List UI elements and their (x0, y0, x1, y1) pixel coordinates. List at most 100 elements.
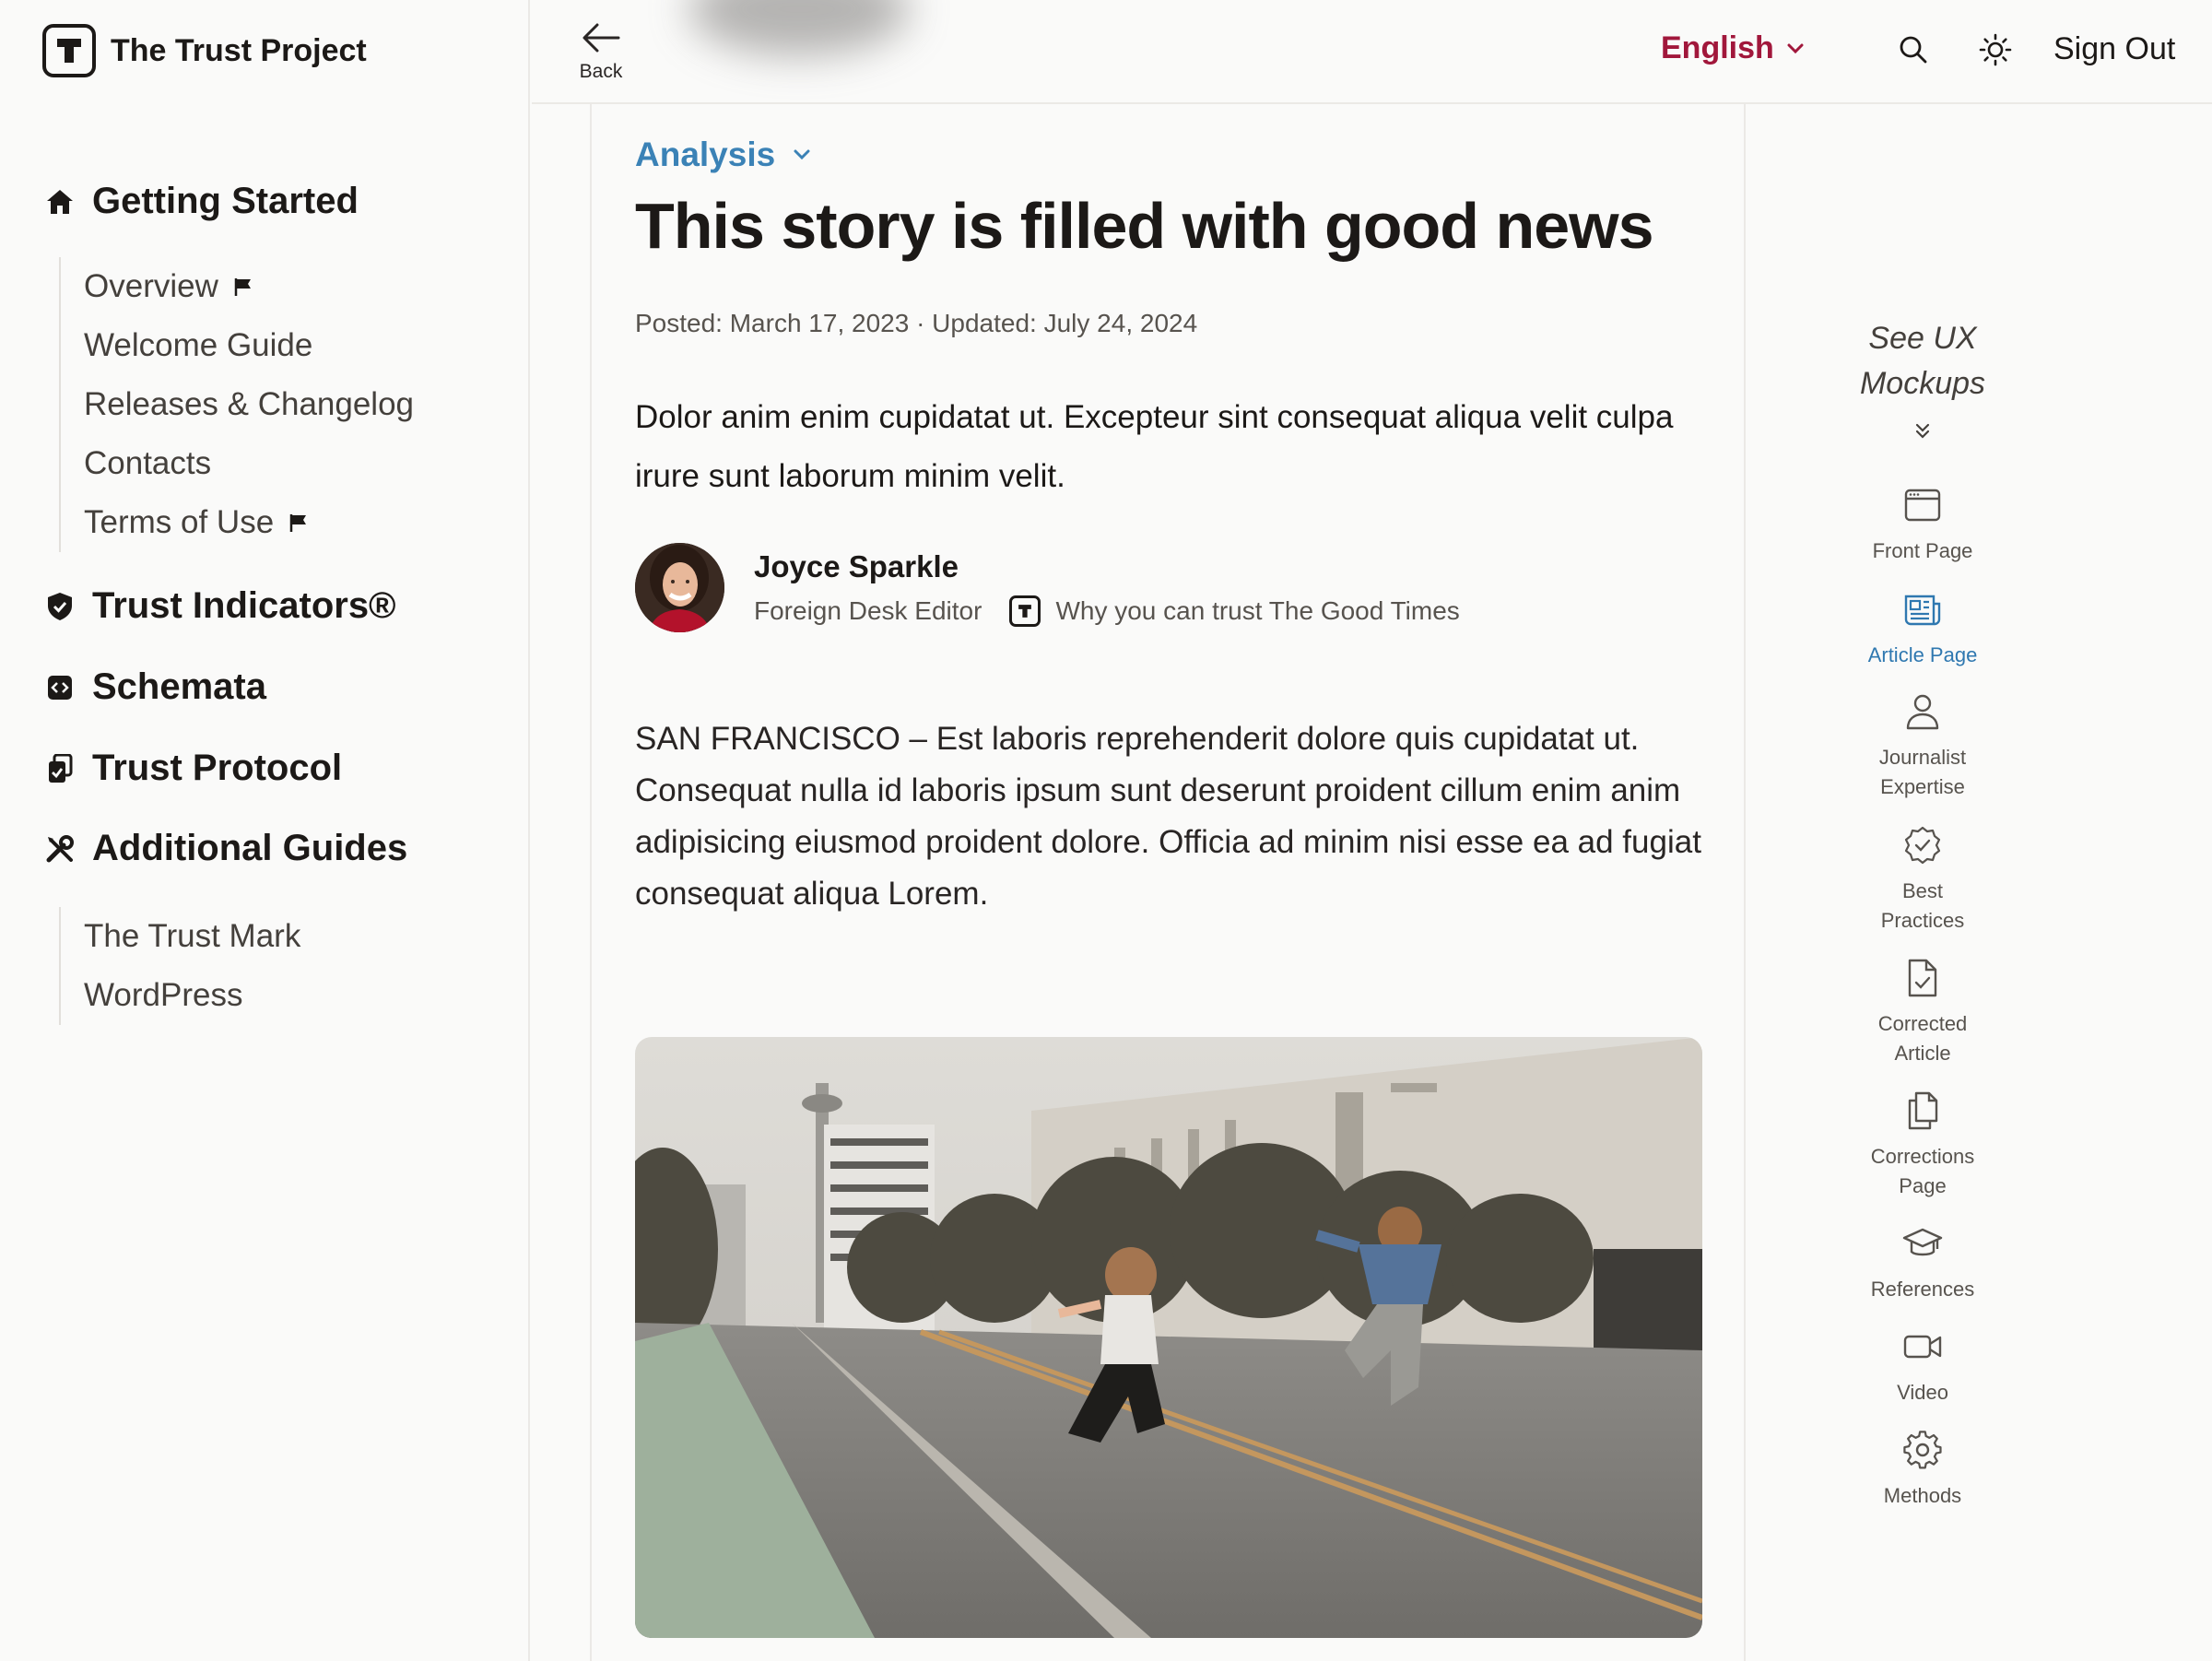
sidebar-item-label: Contacts (84, 445, 212, 481)
sidebar: The Trust Project Getting Started Overvi… (0, 0, 530, 1661)
brand[interactable]: The Trust Project (42, 24, 367, 77)
rail-item-label: Corrected (1877, 1012, 1968, 1035)
sign-out-link[interactable]: Sign Out (2053, 31, 2175, 67)
trust-mark-icon (1009, 595, 1041, 627)
article-photo (635, 1037, 1702, 1638)
rail-item-references[interactable]: References (1803, 1223, 2042, 1304)
rail-item-label: Video (1897, 1381, 1948, 1404)
ux-mockups-rail: See UX Mockups Front Page Article Page J… (1747, 104, 2098, 1661)
badge-check-icon (1902, 825, 1943, 866)
sidebar-item-label: Releases & Changelog (84, 386, 415, 422)
nav-section-trust-protocol[interactable]: Trust Protocol (44, 748, 342, 789)
browser-window-icon (1902, 485, 1943, 525)
chevron-down-icon (775, 149, 810, 160)
sidebar-item-releases-changelog[interactable]: Releases & Changelog (84, 375, 414, 434)
sidebar-item-label: Welcome Guide (84, 327, 313, 363)
nav-section-schemata[interactable]: Schemata (44, 666, 266, 708)
nav-sub-additional-guides: The Trust Mark WordPress (59, 907, 300, 1025)
rail-heading: See UX Mockups (1747, 316, 2098, 406)
rail-heading-line: See UX (1868, 321, 1977, 356)
article-lede: Dolor anim enim cupidatat ut. Excepteur … (635, 399, 1674, 494)
rail-item-label: Page (1899, 1174, 1947, 1197)
nav-sub-getting-started: Overview Welcome Guide Releases & Change… (59, 257, 414, 552)
nav-section-label: Additional Guides (92, 828, 408, 868)
back-label: Back (579, 61, 623, 82)
trust-project-logo (42, 24, 96, 77)
search-button[interactable] (1899, 35, 1928, 65)
byline: Joyce Sparkle Foreign Desk Editor Why yo… (635, 543, 1460, 632)
newspaper-icon (1902, 589, 1943, 630)
rail-heading-line: Mockups (1859, 366, 1986, 401)
user-icon (1902, 691, 1943, 732)
article-body: SAN FRANCISCO – Est laboris reprehenderi… (635, 721, 1701, 912)
nav-section-trust-indicators[interactable]: Trust Indicators® (44, 585, 396, 627)
sidebar-item-label: The Trust Mark (84, 918, 301, 954)
rail-item-label: Corrections (1870, 1145, 1975, 1168)
trust-link[interactable]: Why you can trust The Good Times (1009, 595, 1460, 627)
chevrons-down-icon[interactable] (1914, 422, 1931, 439)
nav-section-label: Getting Started (92, 181, 359, 221)
documents-icon (1902, 1090, 1943, 1131)
rail-item-label: Article Page (1867, 643, 1978, 666)
flag-icon (233, 277, 253, 297)
nav-section-getting-started[interactable]: Getting Started (44, 181, 359, 222)
rail-item-label: Expertise (1880, 775, 1965, 798)
sidebar-item-wordpress[interactable]: WordPress (84, 966, 300, 1025)
category-dropdown[interactable]: Analysis (635, 135, 810, 174)
tools-icon (44, 833, 76, 865)
sun-icon (1979, 33, 2012, 66)
rail-item-label: Best (1901, 879, 1944, 902)
rail-item-label: Methods (1883, 1484, 1962, 1507)
nav-section-label: Schemata (92, 666, 266, 707)
rail-item-front-page[interactable]: Front Page (1803, 485, 2042, 566)
clipboard-check-icon (44, 753, 76, 784)
shield-check-icon (44, 591, 76, 622)
language-label: English (1661, 30, 1774, 65)
top-bar: Back English Sign Out (532, 0, 2212, 104)
theme-toggle-button[interactable] (1979, 33, 2012, 66)
avatar[interactable] (635, 543, 724, 632)
rail-item-journalist-expertise[interactable]: Journalist Expertise (1803, 691, 2042, 802)
sidebar-item-welcome-guide[interactable]: Welcome Guide (84, 316, 414, 375)
arrow-left-icon (573, 22, 629, 53)
nav-section-label: Trust Indicators® (92, 585, 396, 626)
rail-item-label: Article (1894, 1042, 1951, 1065)
rail-item-label: References (1870, 1278, 1975, 1301)
document-check-icon (1902, 958, 1943, 998)
article-dates: Posted: March 17, 2023 · Updated: July 2… (635, 309, 1198, 337)
sidebar-item-overview[interactable]: Overview (84, 257, 414, 316)
gear-icon (1902, 1430, 1943, 1470)
sidebar-item-label: Terms of Use (84, 504, 275, 540)
nav-section-additional-guides[interactable]: Additional Guides (44, 828, 407, 869)
rail-item-corrected-article[interactable]: Corrected Article (1803, 958, 2042, 1068)
author-name[interactable]: Joyce Sparkle (754, 549, 1460, 584)
nav-section-label: Trust Protocol (92, 748, 343, 788)
article-main: Analysis This story is filled with good … (590, 104, 1746, 1661)
sidebar-item-contacts[interactable]: Contacts (84, 434, 414, 493)
language-selector[interactable]: English (1661, 30, 1804, 66)
brand-name: The Trust Project (111, 32, 367, 68)
author-role: Foreign Desk Editor (754, 595, 982, 625)
flag-icon (288, 512, 309, 533)
rail-item-corrections-page[interactable]: Corrections Page (1803, 1090, 2042, 1201)
code-icon (44, 672, 76, 703)
search-icon (1899, 35, 1928, 65)
video-camera-icon (1902, 1326, 1943, 1367)
back-button[interactable]: Back (573, 22, 629, 83)
graduation-cap-icon (1902, 1223, 1943, 1264)
rail-item-label: Journalist (1878, 746, 1967, 769)
home-icon (44, 186, 76, 218)
article-headline: This story is filled with good news (635, 190, 1654, 262)
sidebar-item-the-trust-mark[interactable]: The Trust Mark (84, 907, 300, 966)
rail-item-label: Front Page (1872, 539, 1973, 562)
blurred-decoration (688, 0, 910, 55)
rail-item-video[interactable]: Video (1803, 1326, 2042, 1408)
rail-item-article-page[interactable]: Article Page (1803, 589, 2042, 670)
chevron-down-icon (1774, 43, 1804, 54)
category-label: Analysis (635, 135, 776, 173)
rail-item-label: Practices (1880, 909, 1965, 932)
rail-item-best-practices[interactable]: Best Practices (1803, 825, 2042, 936)
sidebar-item-terms-of-use[interactable]: Terms of Use (84, 493, 414, 552)
rail-item-methods[interactable]: Methods (1803, 1430, 2042, 1511)
trust-link-label: Why you can trust The Good Times (1055, 595, 1460, 625)
